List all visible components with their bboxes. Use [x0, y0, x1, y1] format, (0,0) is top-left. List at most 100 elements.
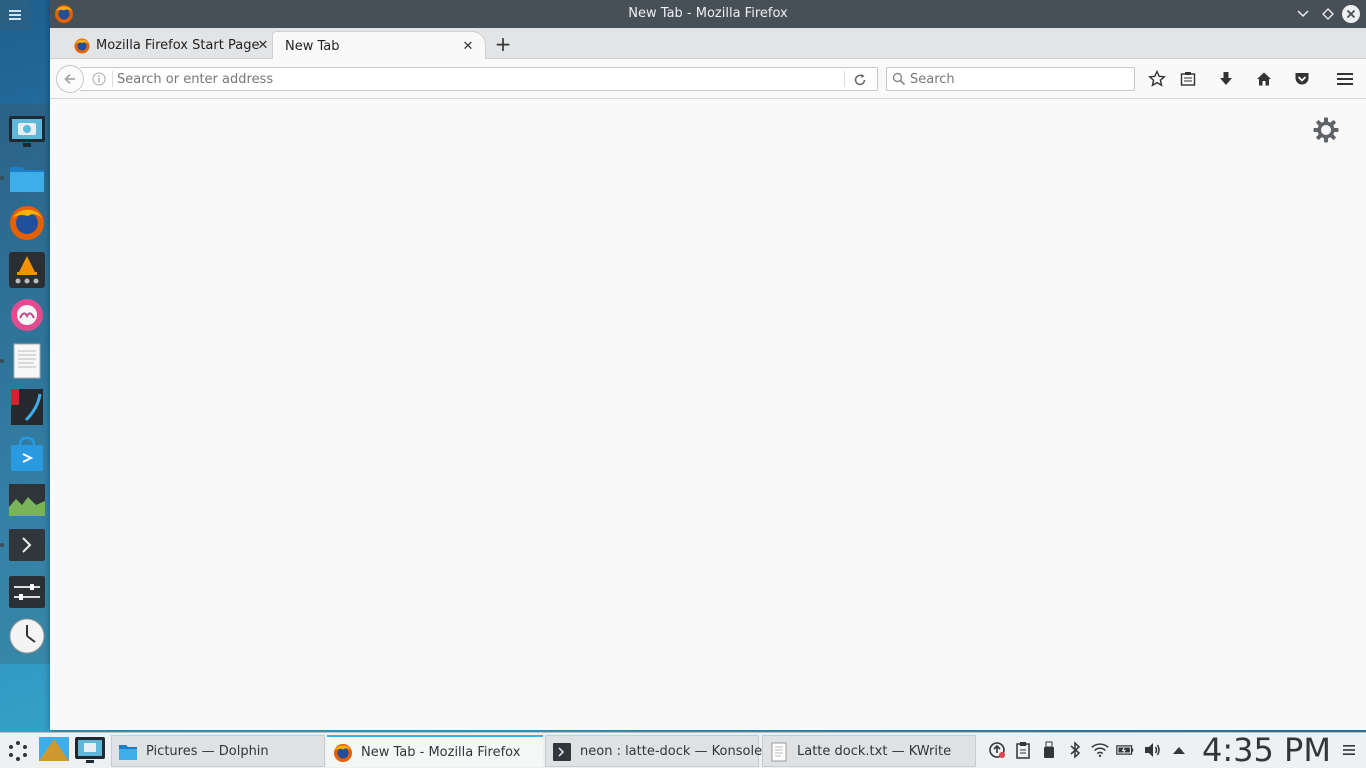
- window-title: New Tab - Mozilla Firefox: [628, 6, 788, 21]
- minimize-button[interactable]: [1294, 5, 1312, 23]
- dock-item-screenshot[interactable]: [8, 112, 46, 150]
- firefox-icon: [74, 38, 90, 54]
- titlebar: New Tab - Mozilla Firefox: [50, 0, 1366, 28]
- bookmarks-menu-button[interactable]: [1178, 69, 1198, 89]
- bluetooth-icon[interactable]: [1066, 741, 1084, 759]
- star-icon: [1148, 70, 1166, 87]
- application-launcher[interactable]: [6, 739, 30, 763]
- diamond-icon: [1322, 8, 1334, 20]
- firefox-window: New Tab - Mozilla Firefox Mozilla Firefo…: [50, 0, 1366, 730]
- open-menu-button[interactable]: [1335, 69, 1355, 89]
- dock-item-clock[interactable]: [8, 617, 46, 655]
- dock-item-file-manager[interactable]: [8, 159, 46, 197]
- reload-icon[interactable]: [852, 72, 868, 88]
- clipboard-icon[interactable]: [1014, 741, 1032, 759]
- digital-clock[interactable]: 4:35 PM: [1202, 733, 1331, 767]
- terminal-icon: [553, 743, 571, 761]
- wifi-icon[interactable]: [1091, 741, 1109, 759]
- battery-icon[interactable]: [1116, 741, 1134, 759]
- info-icon[interactable]: [92, 72, 106, 86]
- navigation-toolbar: [50, 59, 1366, 99]
- dock-running-indicator: [0, 543, 4, 547]
- tab-close-button[interactable]: ✕: [254, 36, 272, 54]
- text-file-icon: [771, 742, 787, 762]
- hamburger-menu-icon: [1337, 73, 1353, 85]
- close-window-button[interactable]: [1342, 5, 1360, 23]
- taskbar: Pictures — Dolphin New Tab - Mozilla Fir…: [0, 732, 1366, 768]
- dock-item-settings[interactable]: [8, 573, 46, 611]
- pinned-desktop-launcher[interactable]: [38, 735, 70, 765]
- dock-item-app-store[interactable]: [8, 435, 46, 473]
- folder-app-icon: [10, 167, 44, 192]
- plus-icon: +: [494, 32, 512, 56]
- download-arrow-icon: [1220, 72, 1232, 85]
- back-arrow-icon: [64, 73, 75, 85]
- removable-device-icon[interactable]: [1040, 741, 1058, 759]
- dock-item-system-monitor[interactable]: [8, 481, 46, 519]
- system-monitor-icon: [9, 484, 45, 516]
- update-notifier-icon[interactable]: [988, 741, 1006, 759]
- new-tab-page: [50, 100, 1366, 730]
- clock-icon: [9, 618, 45, 654]
- settings-sliders-icon: [9, 576, 45, 608]
- downloads-button[interactable]: [1216, 69, 1236, 89]
- task-label: neon : latte-dock — Konsole: [580, 744, 763, 759]
- vlc-icon: [9, 252, 45, 288]
- music-player-icon: [11, 299, 43, 331]
- home-icon: [1257, 72, 1271, 86]
- latte-dock: [0, 104, 50, 664]
- triangle-up-icon: [1173, 747, 1185, 754]
- dock-item-firefox[interactable]: [8, 204, 46, 242]
- firefox-icon: [10, 206, 44, 240]
- task-kwrite[interactable]: Latte dock.txt — KWrite: [762, 735, 976, 767]
- screenshot-app-icon: [9, 116, 45, 147]
- url-separator: [844, 71, 845, 87]
- tab-label: New Tab: [285, 38, 340, 54]
- task-dolphin[interactable]: Pictures — Dolphin: [111, 735, 325, 767]
- neon-launcher-icon: [9, 741, 27, 761]
- text-editor-icon: [13, 343, 41, 379]
- url-input[interactable]: [117, 70, 837, 88]
- close-icon: [1342, 5, 1360, 23]
- desktop-menu-button[interactable]: [0, 0, 30, 30]
- pinned-screenshot-launcher[interactable]: [74, 735, 106, 765]
- panel-options-button[interactable]: [1340, 741, 1358, 759]
- url-separator: [112, 71, 113, 87]
- bookmark-star-button[interactable]: [1147, 69, 1167, 89]
- desktop-icon: [39, 737, 69, 761]
- maximize-button[interactable]: [1319, 5, 1337, 23]
- task-konsole[interactable]: neon : latte-dock — Konsole: [545, 735, 763, 767]
- home-button[interactable]: [1254, 69, 1274, 89]
- tray-expand-button[interactable]: [1170, 741, 1188, 759]
- task-label: Pictures — Dolphin: [146, 744, 269, 759]
- gear-icon[interactable]: [1312, 116, 1340, 144]
- volume-icon[interactable]: [1143, 741, 1161, 759]
- dock-running-indicator: [0, 359, 4, 363]
- pocket-icon: [1295, 73, 1309, 85]
- task-label: New Tab - Mozilla Firefox: [361, 745, 521, 760]
- hamburger-icon: [1343, 745, 1355, 755]
- url-bar[interactable]: [80, 67, 878, 91]
- task-firefox[interactable]: New Tab - Mozilla Firefox: [327, 735, 543, 767]
- new-tab-button[interactable]: +: [493, 32, 513, 56]
- search-bar[interactable]: [886, 67, 1135, 91]
- back-button[interactable]: [56, 65, 84, 93]
- task-label: Latte dock.txt — KWrite: [797, 744, 952, 759]
- firefox-icon: [334, 744, 352, 762]
- dock-item-vlc[interactable]: [8, 251, 46, 289]
- terminal-icon: [9, 529, 45, 561]
- tab-close-button[interactable]: ✕: [459, 37, 477, 55]
- dock-item-music-player[interactable]: [8, 296, 46, 334]
- dock-item-text-editor[interactable]: [8, 342, 46, 380]
- pocket-button[interactable]: [1292, 69, 1312, 89]
- tab-strip: Mozilla Firefox Start Page ✕ New Tab ✕ +: [50, 28, 1366, 60]
- krita-icon: [11, 389, 43, 425]
- folder-icon: [119, 745, 137, 760]
- search-input[interactable]: [910, 70, 1128, 88]
- tab-firefox-start-page[interactable]: Mozilla Firefox Start Page ✕: [50, 31, 272, 60]
- bookmarks-list-icon: [1180, 72, 1196, 86]
- dock-item-krita[interactable]: [8, 388, 46, 426]
- tab-new-tab[interactable]: New Tab ✕: [272, 31, 486, 60]
- dock-running-indicator: [0, 176, 4, 180]
- dock-item-terminal[interactable]: [8, 526, 46, 564]
